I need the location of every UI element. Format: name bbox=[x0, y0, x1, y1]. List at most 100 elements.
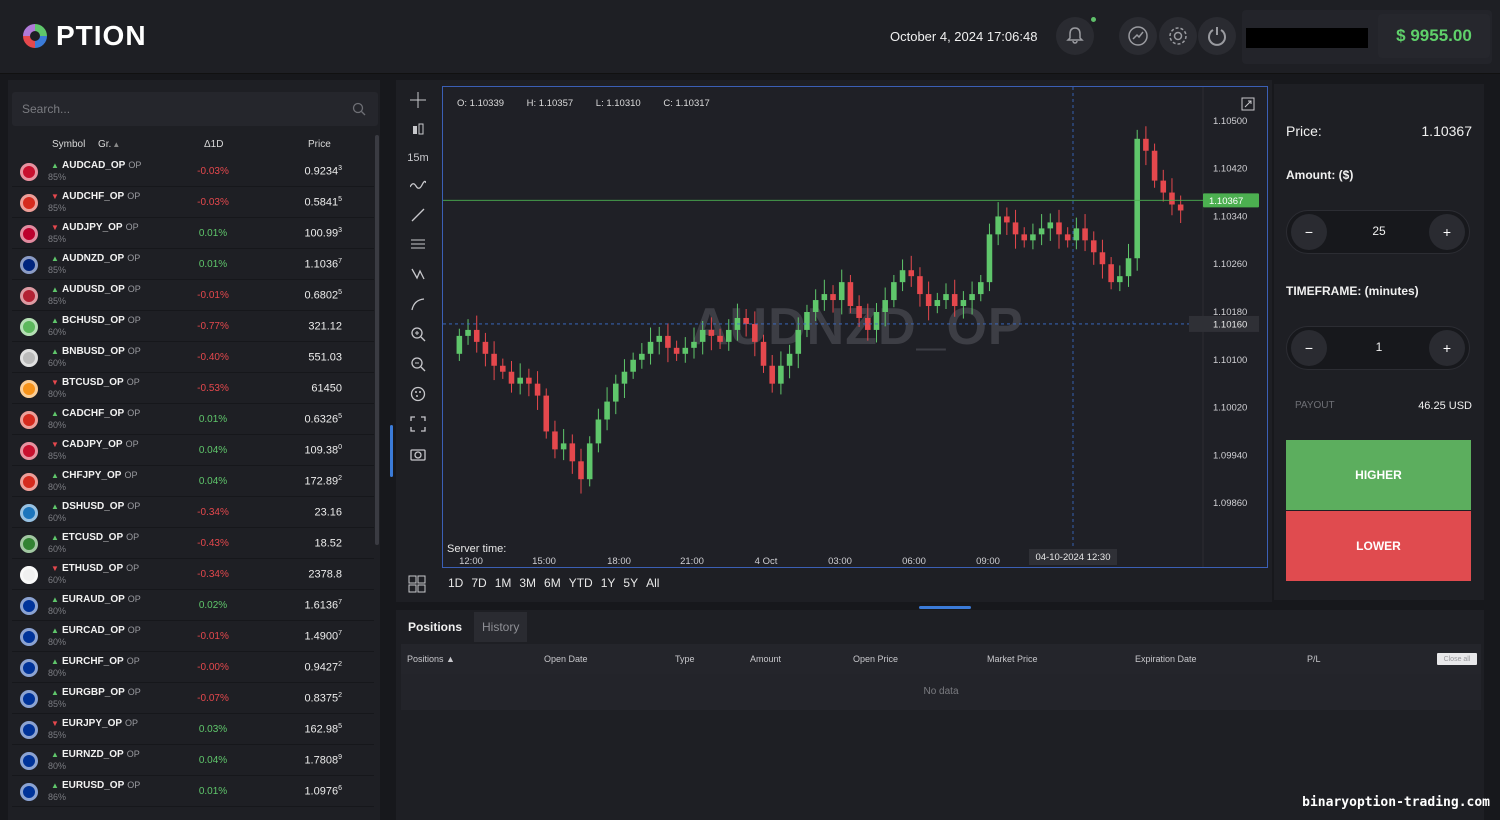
candle-type-tool[interactable] bbox=[408, 120, 428, 140]
tab-positions[interactable]: Positions bbox=[400, 612, 470, 642]
range-1m[interactable]: 1M bbox=[495, 576, 512, 590]
asset-row[interactable]: ▲ AUDNZD_OP OP 85% 0.01% 1.10367 bbox=[12, 249, 374, 280]
col-symbol[interactable]: Symbol bbox=[52, 139, 85, 150]
zoom-out-tool[interactable] bbox=[408, 354, 428, 374]
asset-row[interactable]: ▲ EURAUD_OP OP 80% 0.02% 1.61367 bbox=[12, 590, 374, 621]
candle-body bbox=[534, 383, 541, 396]
account-balance[interactable]: $ 9955.00 bbox=[1378, 14, 1490, 58]
asset-payout: 85% bbox=[48, 265, 67, 275]
asset-row[interactable]: ▲ DSHUSD_OP OP 60% -0.34% 23.16 bbox=[12, 497, 374, 528]
timeframe-increase-button[interactable]: + bbox=[1429, 330, 1465, 366]
asset-row[interactable]: ▲ BNBUSD_OP OP 60% -0.40% 551.03 bbox=[12, 342, 374, 373]
col-change[interactable]: Δ1D bbox=[204, 139, 223, 150]
expand-icon[interactable] bbox=[1241, 97, 1255, 111]
asset-row[interactable]: ▼ AUDJPY_OP OP 85% 0.01% 100.993 bbox=[12, 218, 374, 249]
asset-row[interactable]: ▼ ETHUSD_OP OP 60% -0.34% 2378.8 bbox=[12, 559, 374, 590]
col-group[interactable]: Gr.▲ bbox=[98, 139, 120, 150]
asset-tag: OP bbox=[126, 656, 140, 666]
zoom-in-tool[interactable] bbox=[408, 324, 428, 344]
x-tick-label: 06:00 bbox=[902, 556, 926, 567]
col-pl[interactable]: P/L bbox=[1307, 654, 1321, 664]
panel-resize-handle[interactable] bbox=[390, 425, 393, 477]
asset-row[interactable]: ▲ EURGBP_OP OP 85% -0.07% 0.83752 bbox=[12, 683, 374, 714]
asset-row[interactable]: ▼ AUDCHF_OP OP 85% -0.03% 0.58415 bbox=[12, 187, 374, 218]
asset-row[interactable]: ▲ CADCHF_OP OP 80% 0.01% 0.63265 bbox=[12, 404, 374, 435]
higher-button[interactable]: HIGHER bbox=[1286, 440, 1471, 510]
logo[interactable]: PTION bbox=[22, 20, 147, 52]
range-ytd[interactable]: YTD bbox=[569, 576, 593, 590]
account-id-redacted bbox=[1246, 28, 1368, 48]
analytics-button[interactable] bbox=[1119, 17, 1157, 55]
timeframe-decrease-button[interactable]: − bbox=[1291, 330, 1327, 366]
asset-row[interactable]: ▼ CADJPY_OP OP 85% 0.04% 109.380 bbox=[12, 435, 374, 466]
asset-row[interactable]: ▲ EURCAD_OP OP 80% -0.01% 1.49007 bbox=[12, 621, 374, 652]
asset-row[interactable]: ▼ EURJPY_OP OP 85% 0.03% 162.985 bbox=[12, 714, 374, 745]
range-3m[interactable]: 3M bbox=[519, 576, 536, 590]
col-positions[interactable]: Positions ▲ bbox=[407, 654, 455, 664]
amount-decrease-button[interactable]: − bbox=[1291, 214, 1327, 250]
logout-button[interactable] bbox=[1198, 17, 1236, 55]
range-5y[interactable]: 5Y bbox=[623, 576, 638, 590]
col-price[interactable]: Price bbox=[308, 139, 331, 150]
indicators-tool[interactable] bbox=[408, 175, 428, 195]
price-chart[interactable]: O: 1.10339 H: 1.10357 L: 1.10310 C: 1.10… bbox=[442, 86, 1268, 568]
settings-button[interactable] bbox=[1159, 17, 1197, 55]
asset-list-scrollbar[interactable] bbox=[375, 135, 379, 545]
pattern-tool[interactable] bbox=[408, 264, 428, 284]
close-all-button[interactable]: Close all bbox=[1437, 653, 1477, 665]
asset-row[interactable]: ▲ CHFJPY_OP OP 80% 0.04% 172.892 bbox=[12, 466, 374, 497]
amount-value[interactable]: 25 bbox=[1337, 224, 1421, 238]
crosshair-tool[interactable] bbox=[408, 90, 428, 110]
brush-tool[interactable] bbox=[408, 294, 428, 314]
candle-body bbox=[943, 294, 949, 301]
asset-row[interactable]: ▲ AUDUSD_OP OP 85% -0.01% 0.68025 bbox=[12, 280, 374, 311]
chart-canvas[interactable]: 1.105001.104201.103401.102601.101801.101… bbox=[443, 87, 1267, 567]
fullscreen-tool[interactable] bbox=[408, 414, 428, 434]
positions-resize-handle[interactable] bbox=[919, 606, 971, 609]
timeframe-value[interactable]: 1 bbox=[1337, 340, 1421, 354]
layout-grid-icon[interactable] bbox=[408, 575, 426, 593]
col-open-date[interactable]: Open Date bbox=[544, 654, 588, 664]
asset-flag-icon bbox=[20, 473, 38, 491]
asset-change: 0.01% bbox=[198, 414, 228, 425]
range-all[interactable]: All bbox=[646, 576, 659, 590]
tab-history[interactable]: History bbox=[474, 612, 528, 642]
asset-row[interactable]: ▲ ETCUSD_OP OP 60% -0.43% 18.52 bbox=[12, 528, 374, 559]
range-1d[interactable]: 1D bbox=[448, 576, 463, 590]
col-expiration-date[interactable]: Expiration Date bbox=[1135, 654, 1197, 664]
asset-price-main: 551.03 bbox=[308, 351, 342, 364]
fib-tool[interactable] bbox=[408, 235, 428, 255]
trendline-tool[interactable] bbox=[408, 205, 428, 225]
asset-price: 18.52 bbox=[262, 537, 342, 550]
asset-row[interactable]: ▼ BTCUSD_OP OP 80% -0.53% 61450 bbox=[12, 373, 374, 404]
asset-symbol: CHFJPY_OP OP bbox=[62, 470, 137, 481]
range-7d[interactable]: 7D bbox=[471, 576, 486, 590]
col-type[interactable]: Type bbox=[675, 654, 695, 664]
col-open-price[interactable]: Open Price bbox=[853, 654, 898, 664]
candle-body bbox=[986, 234, 993, 283]
interval-selector[interactable]: 15m bbox=[407, 148, 428, 168]
candle-body bbox=[1099, 252, 1106, 265]
range-6m[interactable]: 6M bbox=[544, 576, 561, 590]
asset-price-main: 18.52 bbox=[314, 537, 342, 550]
lower-button[interactable]: LOWER bbox=[1286, 511, 1471, 581]
col-market-price[interactable]: Market Price bbox=[987, 654, 1038, 664]
asset-row[interactable]: ▲ EURUSD_OP OP 86% 0.01% 1.09766 bbox=[12, 776, 374, 807]
screenshot-tool[interactable] bbox=[408, 444, 428, 464]
trend-arrow-icon: ▲ bbox=[51, 161, 59, 170]
asset-row[interactable]: ▲ AUDCAD_OP OP 85% -0.03% 0.92343 bbox=[12, 156, 374, 187]
search-input[interactable] bbox=[22, 92, 342, 126]
range-1y[interactable]: 1Y bbox=[601, 576, 616, 590]
asset-row[interactable]: ▲ BCHUSD_OP OP 60% -0.77% 321.12 bbox=[12, 311, 374, 342]
search-icon[interactable] bbox=[352, 102, 366, 116]
asset-row[interactable]: ▲ EURCHF_OP OP 80% -0.00% 0.94272 bbox=[12, 652, 374, 683]
col-amount[interactable]: Amount bbox=[750, 654, 781, 664]
trend-arrow-icon: ▲ bbox=[51, 471, 59, 480]
notifications-button[interactable] bbox=[1056, 17, 1094, 55]
asset-row[interactable]: ▲ EURNZD_OP OP 80% 0.04% 1.78089 bbox=[12, 745, 374, 776]
col-group-label: Gr. bbox=[98, 139, 112, 150]
asset-change: -0.40% bbox=[197, 352, 229, 363]
candle-body bbox=[1038, 228, 1045, 235]
amount-increase-button[interactable]: + bbox=[1429, 214, 1465, 250]
theme-tool[interactable] bbox=[408, 384, 428, 404]
